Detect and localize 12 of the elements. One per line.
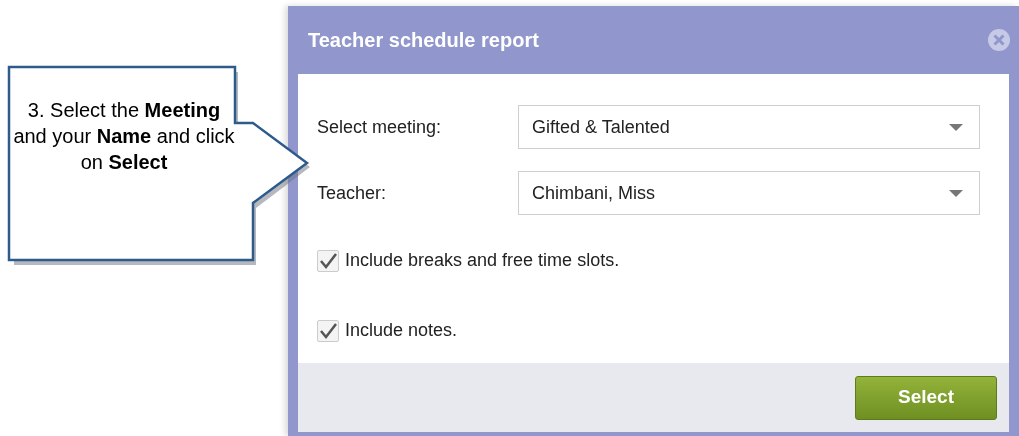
dialog-title: Teacher schedule report (307, 28, 539, 53)
callout-text: 3. Select the Meeting and your Name and click on Select (13, 98, 235, 175)
dropdown-field[interactable]: Gifted & Talented (518, 105, 980, 149)
checkbox-label: Include notes. (345, 319, 458, 342)
checkbox[interactable] (317, 249, 339, 272)
dropdown-field[interactable]: Chimbani, Miss (518, 171, 980, 215)
checkbox-label: Include breaks and free time slots. (345, 249, 620, 272)
field-label: Teacher: (317, 181, 388, 205)
dropdown-caret-icon (949, 123, 963, 131)
field-label: Select meeting: (317, 115, 443, 139)
dropdown-caret-icon (949, 189, 963, 197)
checkbox[interactable] (317, 319, 339, 342)
